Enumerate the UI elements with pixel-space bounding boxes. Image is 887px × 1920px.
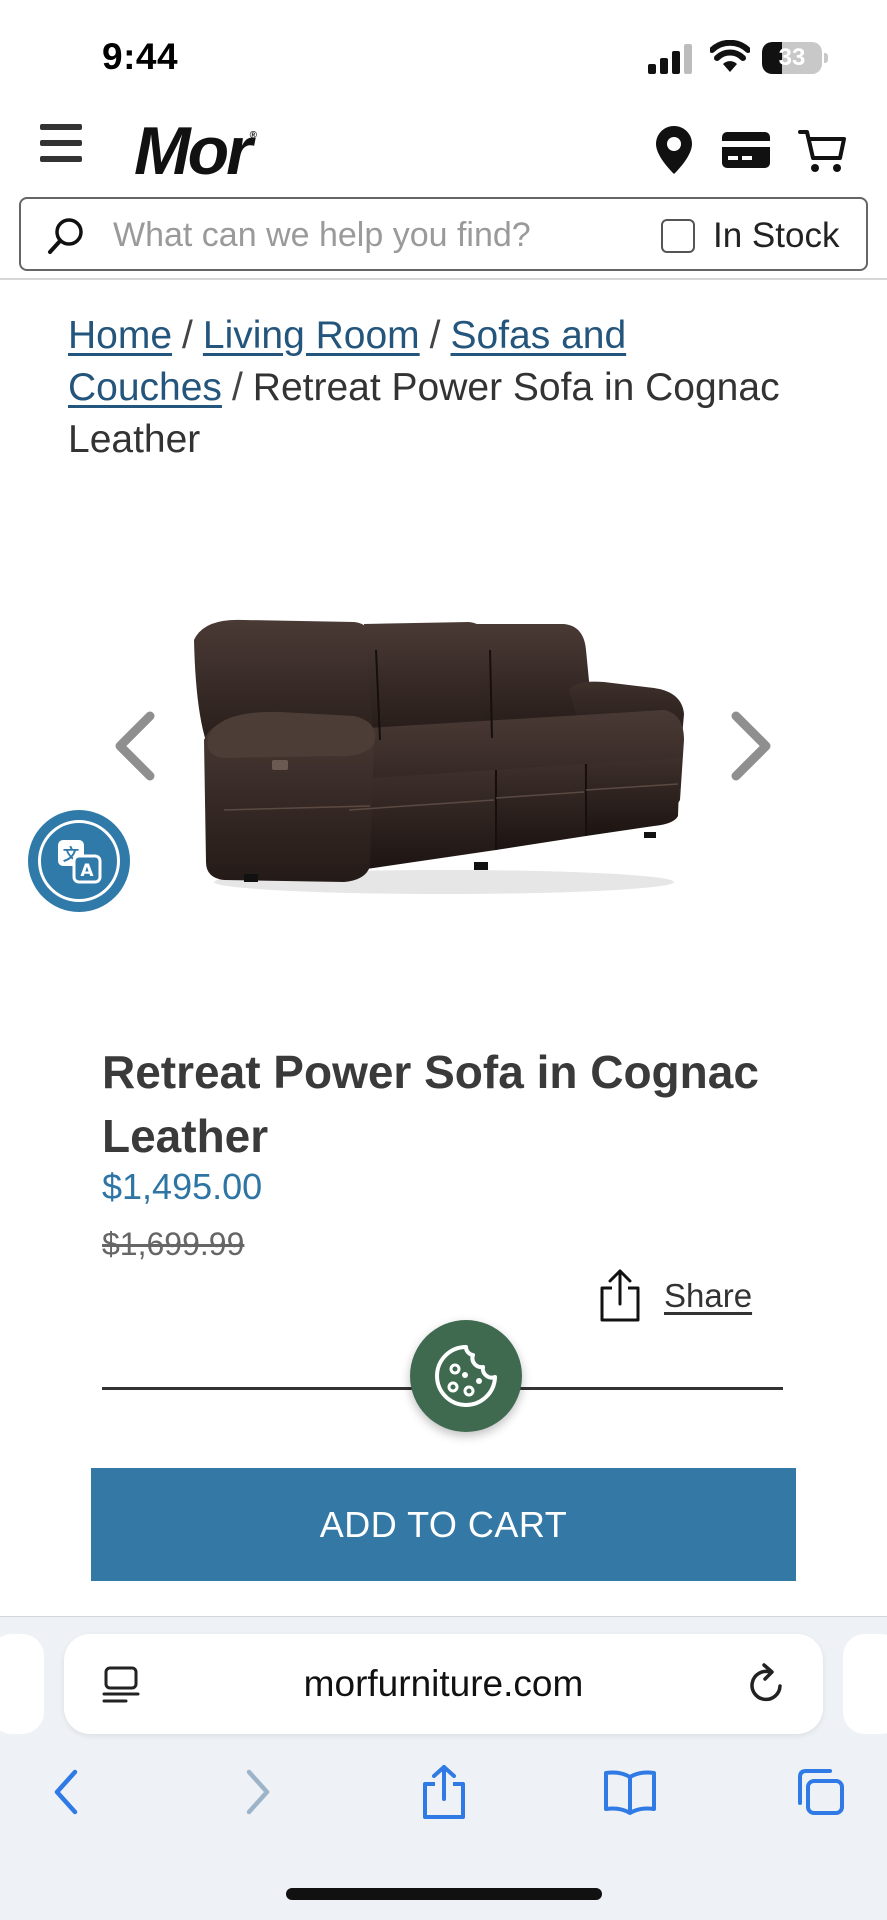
battery-indicator: 33 bbox=[762, 42, 828, 74]
chevron-right-icon[interactable] bbox=[728, 710, 774, 782]
back-icon bbox=[54, 1769, 78, 1815]
cellular-signal-icon bbox=[648, 44, 692, 74]
site-header: Mor® bbox=[0, 110, 887, 194]
svg-text:A: A bbox=[80, 861, 94, 881]
back-button[interactable] bbox=[36, 1760, 96, 1824]
bookmarks-icon bbox=[604, 1770, 656, 1815]
search-bar: In Stock bbox=[19, 197, 868, 271]
forward-icon bbox=[246, 1769, 270, 1815]
product-original-price: $1,699.99 bbox=[102, 1226, 245, 1262]
share-button[interactable]: Share bbox=[598, 1268, 752, 1324]
bookmarks-button[interactable] bbox=[600, 1760, 660, 1824]
battery-body: 33 bbox=[762, 42, 822, 74]
home-indicator bbox=[286, 1888, 602, 1900]
breadcrumb-separator: / bbox=[182, 314, 193, 357]
share-icon bbox=[600, 1269, 640, 1322]
product-image bbox=[194, 619, 684, 894]
forward-button[interactable] bbox=[228, 1760, 288, 1824]
product-title: Retreat Power Sofa in Cognac Leather bbox=[102, 1046, 759, 1162]
credit-card-icon[interactable] bbox=[722, 132, 770, 168]
tabs-button[interactable] bbox=[790, 1760, 850, 1824]
translate-icon: 文 A bbox=[58, 840, 102, 884]
browser-nav-row bbox=[0, 1760, 887, 1830]
status-time: 9:44 bbox=[102, 36, 179, 77]
logo-text: Mor bbox=[134, 113, 253, 189]
breadcrumb-living-room[interactable]: Living Room bbox=[203, 314, 420, 357]
share-page-button[interactable] bbox=[414, 1760, 474, 1824]
address-bar[interactable]: morfurniture.com bbox=[64, 1634, 823, 1734]
search-input[interactable] bbox=[113, 209, 653, 261]
share-label: Share bbox=[664, 1277, 753, 1314]
tabs-icon bbox=[798, 1769, 844, 1815]
next-tab-preview[interactable] bbox=[843, 1634, 887, 1734]
site-logo[interactable]: Mor® bbox=[134, 112, 257, 190]
browser-toolbar-border bbox=[0, 1616, 887, 1617]
previous-tab-preview[interactable] bbox=[0, 1634, 44, 1734]
cookie-settings-button[interactable] bbox=[410, 1320, 522, 1432]
add-to-cart-button[interactable]: ADD TO CART bbox=[91, 1468, 796, 1581]
header-divider bbox=[0, 278, 887, 280]
status-bar: 9:44 33 bbox=[0, 0, 887, 110]
cart-icon[interactable] bbox=[798, 128, 846, 174]
breadcrumb-home[interactable]: Home bbox=[68, 314, 172, 357]
share-page-icon bbox=[423, 1765, 465, 1819]
battery-nub bbox=[824, 53, 828, 63]
cookie-icon bbox=[435, 1345, 497, 1407]
search-icon bbox=[48, 218, 83, 254]
breadcrumb-separator: / bbox=[429, 314, 441, 357]
logo-registered-mark: ® bbox=[249, 130, 258, 141]
product-price: $1,495.00 bbox=[102, 1166, 263, 1207]
reload-icon[interactable] bbox=[748, 1662, 788, 1706]
menu-icon[interactable] bbox=[40, 124, 84, 162]
url-text: morfurniture.com bbox=[303, 1663, 584, 1704]
translate-button[interactable]: 文 A bbox=[28, 810, 130, 912]
wifi-icon bbox=[710, 40, 750, 72]
in-stock-label: In Stock bbox=[713, 216, 840, 255]
breadcrumb-separator: / bbox=[231, 366, 243, 409]
translate-button-ring: 文 A bbox=[38, 820, 120, 902]
in-stock-filter[interactable]: In Stock bbox=[661, 213, 839, 259]
in-stock-checkbox[interactable] bbox=[661, 219, 695, 253]
breadcrumb: Home / Living Room / Sofas and Couches / Retre… bbox=[68, 310, 828, 466]
chevron-left-icon[interactable] bbox=[112, 710, 158, 782]
product-gallery bbox=[0, 560, 887, 940]
location-pin-icon[interactable] bbox=[656, 126, 692, 174]
battery-percent: 33 bbox=[778, 44, 806, 71]
